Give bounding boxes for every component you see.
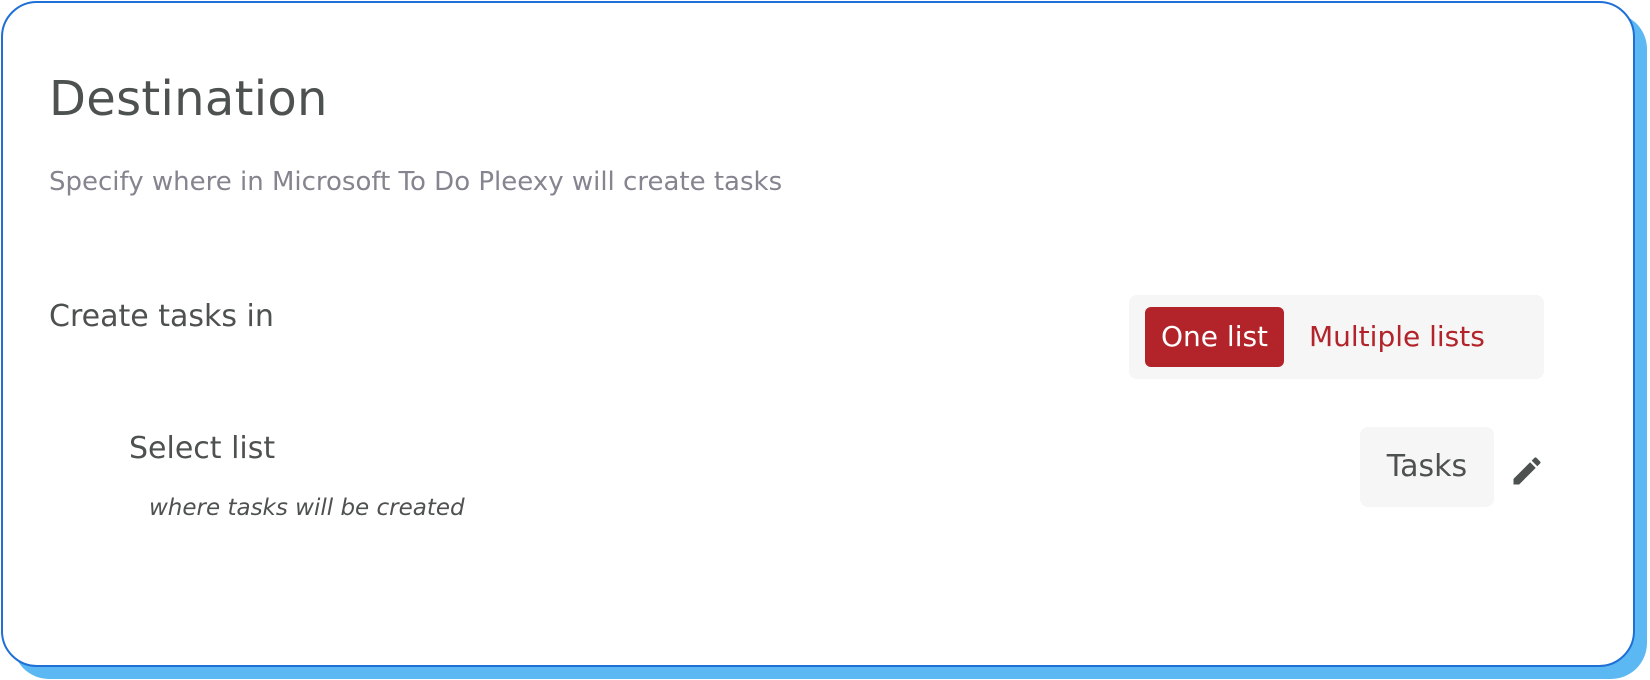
multiple-lists-button[interactable]: Multiple lists	[1293, 307, 1501, 367]
page-subtitle: Specify where in Microsoft To Do Pleexy …	[49, 167, 783, 197]
list-mode-toggle: One list Multiple lists	[1129, 295, 1544, 379]
pencil-icon[interactable]	[1509, 451, 1545, 491]
select-list-hint: where tasks will be created	[149, 495, 465, 521]
one-list-button[interactable]: One list	[1145, 307, 1285, 367]
select-list-label: Select list	[129, 431, 276, 466]
selected-list-chip[interactable]: Tasks	[1360, 427, 1494, 507]
destination-card: Destination Specify where in Microsoft T…	[1, 1, 1635, 667]
page-title: Destination	[49, 71, 328, 127]
create-tasks-label: Create tasks in	[49, 299, 274, 334]
